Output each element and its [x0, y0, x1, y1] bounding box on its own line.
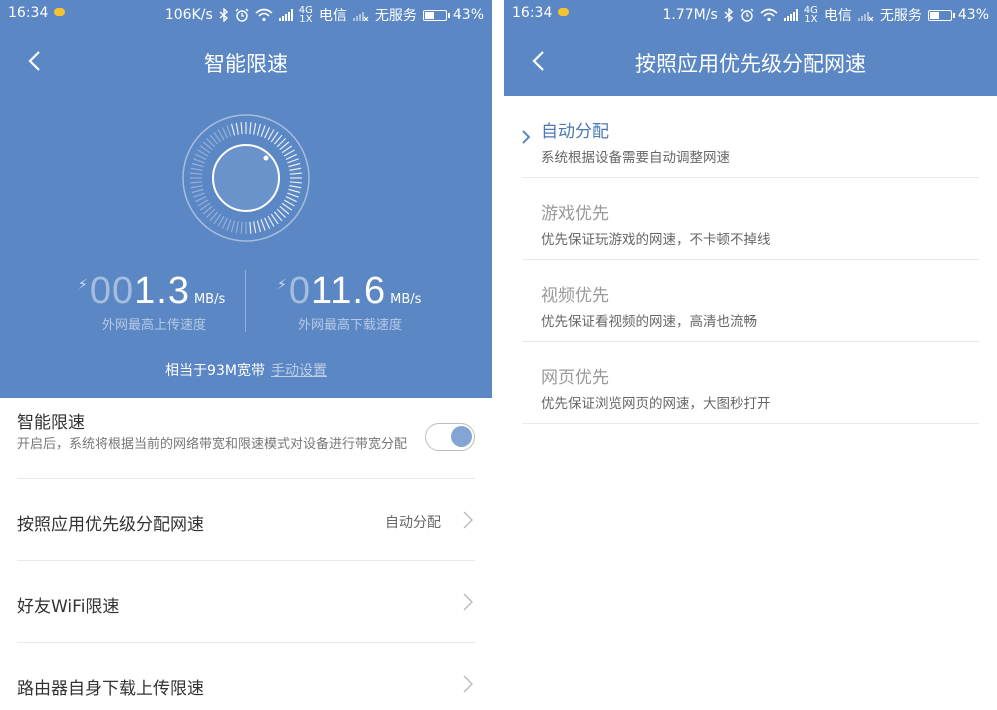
- bandwidth-equivalent: 相当于93M宽带 手动设置: [0, 360, 492, 380]
- carrier-name: 电信: [318, 8, 347, 24]
- signal-bars-icon: [783, 9, 798, 21]
- message-notification-icon: [558, 8, 569, 16]
- speed-dial-icon: [182, 114, 310, 242]
- alarm-icon: [740, 8, 754, 22]
- network-type: 4G 1X: [803, 5, 818, 25]
- bluetooth-icon: [219, 8, 228, 22]
- speed-divider: [245, 270, 246, 332]
- wifi-icon: [255, 8, 273, 22]
- bolt-icon: ⚡: [78, 277, 88, 293]
- smart-speed-title: 智能限速: [17, 413, 85, 433]
- option-video[interactable]: 视频优先 优先保证看视频的网速，高清也流畅: [522, 281, 979, 342]
- network-speed: 106K/s: [164, 7, 213, 23]
- option-name: 游戏优先: [541, 204, 609, 224]
- smart-speed-setting: 智能限速 开启后，系统将根据当前的网络带宽和限速模式对设备进行带宽分配: [17, 408, 475, 479]
- page-title: 按照应用优先级分配网速: [635, 52, 866, 76]
- option-auto[interactable]: 自动分配 系统根据设备需要自动调整网速: [522, 117, 979, 178]
- status-time: 16:34: [512, 5, 553, 21]
- smart-speed-toggle[interactable]: [425, 423, 475, 451]
- option-web[interactable]: 网页优先 优先保证浏览网页的网速，大图秒打开: [522, 363, 979, 424]
- status-time: 16:34: [8, 5, 49, 21]
- upload-speed-unit: MB/s: [193, 292, 226, 307]
- download-speed-label: 外网最高下载速度: [297, 318, 402, 333]
- chevron-right-icon: [463, 511, 473, 529]
- upload-speed-label: 外网最高上传速度: [101, 318, 206, 333]
- menu-item-label: 好友WiFi限速: [17, 597, 120, 617]
- option-description: 系统根据设备需要自动调整网速: [541, 150, 730, 166]
- status-bar: 16:34 106K/s 4G 1X 电信 无服务 43%: [0, 0, 492, 28]
- option-game[interactable]: 游戏优先 优先保证玩游戏的网速，不卡顿不掉线: [522, 199, 979, 260]
- signal-bars-icon: [278, 9, 293, 21]
- smart-speed-limit-screen: 16:34 106K/s 4G 1X 电信 无服务 43% 智能限速 ⚡001.3…: [0, 0, 492, 710]
- bluetooth-icon: [724, 8, 733, 22]
- battery-percent: 43%: [452, 7, 484, 23]
- no-service-label: 无服务: [374, 8, 417, 24]
- status-bar: 16:34 1.77M/s 4G 1X 电信 无服务 43%: [504, 0, 997, 28]
- network-type: 4G 1X: [298, 5, 313, 25]
- download-speed-block: ⚡011.6 MB/s 外网最高下载速度: [277, 270, 437, 333]
- speed-header-panel: 16:34 106K/s 4G 1X 电信 无服务 43% 智能限速 ⚡001.3…: [0, 0, 492, 398]
- menu-item-app-priority[interactable]: 按照应用优先级分配网速 自动分配: [17, 479, 475, 561]
- manual-settings-link[interactable]: 手动设置: [271, 363, 327, 379]
- menu-item-value: 自动分配: [385, 515, 441, 531]
- no-signal-icon: [857, 12, 874, 21]
- header-bar: 16:34 1.77M/s 4G 1X 电信 无服务 43% 按照应用优先级分配网…: [504, 0, 997, 96]
- chevron-right-icon: [463, 593, 473, 611]
- upload-speed-block: ⚡001.3 MB/s 外网最高上传速度: [78, 270, 238, 333]
- battery-icon: [422, 9, 450, 21]
- option-description: 优先保证浏览网页的网速，大图秒打开: [541, 396, 771, 412]
- menu-item-router-limit[interactable]: 路由器自身下载上传限速: [17, 643, 475, 710]
- message-notification-icon: [54, 8, 65, 16]
- app-priority-screen: 16:34 1.77M/s 4G 1X 电信 无服务 43% 按照应用优先级分配网…: [504, 0, 997, 710]
- upload-speed-value: 001.3: [89, 270, 190, 312]
- bolt-icon: ⚡: [277, 277, 287, 293]
- bandwidth-text: 相当于93M宽带: [165, 363, 265, 379]
- page-title: 智能限速: [204, 52, 288, 76]
- no-signal-icon: [352, 12, 369, 21]
- battery-percent: 43%: [957, 7, 989, 23]
- selected-chevron-icon: [522, 130, 530, 144]
- alarm-icon: [235, 8, 249, 22]
- smart-speed-description: 开启后，系统将根据当前的网络带宽和限速模式对设备进行带宽分配: [17, 437, 408, 452]
- battery-icon: [927, 9, 955, 21]
- download-speed-value: 011.6: [288, 270, 387, 312]
- network-speed: 1.77M/s: [662, 7, 718, 23]
- option-name: 自动分配: [541, 122, 609, 142]
- download-speed-unit: MB/s: [390, 292, 422, 307]
- menu-item-label: 路由器自身下载上传限速: [17, 679, 204, 699]
- screen-gap: [492, 0, 504, 710]
- toggle-knob: [451, 426, 472, 447]
- option-name: 视频优先: [541, 286, 609, 306]
- no-service-label: 无服务: [879, 8, 922, 24]
- menu-item-friend-wifi[interactable]: 好友WiFi限速: [17, 561, 475, 643]
- option-name: 网页优先: [541, 368, 609, 388]
- wifi-icon: [760, 8, 778, 22]
- carrier-name: 电信: [823, 8, 852, 24]
- chevron-right-icon: [463, 675, 473, 693]
- option-description: 优先保证看视频的网速，高清也流畅: [541, 314, 757, 330]
- option-description: 优先保证玩游戏的网速，不卡顿不掉线: [541, 232, 771, 248]
